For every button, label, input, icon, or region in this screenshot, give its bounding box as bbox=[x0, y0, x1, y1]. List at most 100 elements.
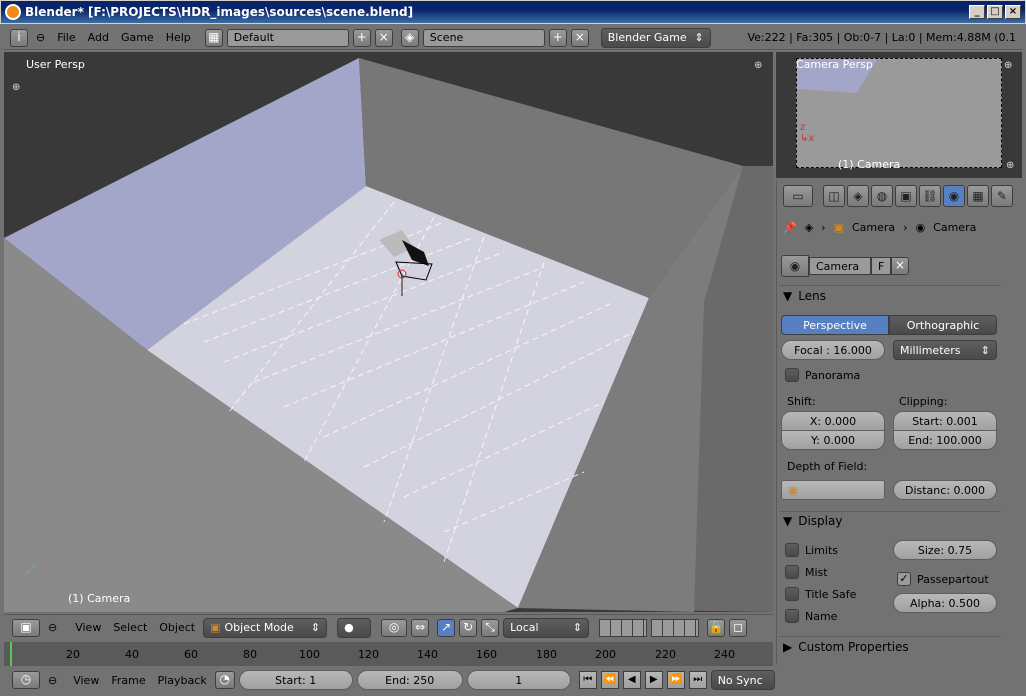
frame-start-field[interactable]: Start: 1 bbox=[238, 670, 353, 690]
unlink-datablock-icon[interactable]: × bbox=[891, 257, 909, 275]
minimize-button[interactable]: _ bbox=[969, 5, 985, 19]
title-safe-row[interactable]: Title Safe bbox=[785, 587, 856, 601]
scale-manipulator-icon[interactable]: ⤡ bbox=[481, 618, 500, 637]
remove-scene-icon[interactable]: × bbox=[570, 28, 589, 47]
3d-view-editor-icon[interactable]: ▣ bbox=[12, 618, 40, 637]
lens-panel-header[interactable]: ▼ Lens bbox=[783, 289, 826, 303]
preview-range-icon[interactable]: ◔ bbox=[214, 671, 235, 689]
menu-frame[interactable]: Frame bbox=[107, 674, 149, 687]
mode-select[interactable]: ▣ Object Mode ⇕ bbox=[203, 617, 328, 638]
current-frame-marker[interactable] bbox=[10, 642, 12, 666]
info-editor-type-icon[interactable]: i bbox=[10, 28, 28, 47]
current-frame-field[interactable]: 1 bbox=[466, 670, 571, 690]
menu-file[interactable]: File bbox=[53, 31, 79, 44]
dof-distance-field[interactable]: Distanc: 0.000 bbox=[893, 480, 997, 500]
texture-tab-icon[interactable]: ▦ bbox=[967, 185, 989, 207]
panorama-row[interactable]: Panorama bbox=[785, 368, 860, 382]
physics-tab-icon[interactable]: ✎ bbox=[991, 185, 1013, 207]
frame-end-field[interactable]: End: 250 bbox=[356, 670, 463, 690]
add-layout-icon[interactable]: + bbox=[352, 28, 371, 47]
scene-icon[interactable]: ◈ bbox=[400, 28, 419, 47]
passepartout-row[interactable]: ✓ Passepartout bbox=[897, 572, 989, 586]
rotate-manipulator-icon[interactable]: ↻ bbox=[459, 618, 478, 637]
menu-game[interactable]: Game bbox=[117, 31, 158, 44]
focal-length-field[interactable]: Focal : 16.000 bbox=[781, 340, 885, 360]
scene-layers-grid[interactable] bbox=[599, 618, 648, 637]
pin-icon[interactable]: 📌 bbox=[783, 221, 797, 234]
screen-layout-field[interactable]: Default bbox=[226, 28, 349, 47]
camera-data-tab-icon[interactable]: ◉ bbox=[943, 185, 965, 207]
scene-tab-icon[interactable]: ◈ bbox=[847, 185, 869, 207]
menu-help[interactable]: Help bbox=[162, 31, 195, 44]
viewport-shading-select[interactable]: ● bbox=[337, 617, 372, 638]
camera-corner-plus-icon[interactable]: ⊕ bbox=[1004, 60, 1012, 71]
translate-manipulator-icon[interactable]: ↗ bbox=[437, 618, 456, 637]
limits-checkbox[interactable] bbox=[785, 543, 799, 557]
datablock-name-field[interactable]: Camera bbox=[809, 257, 871, 275]
sync-mode-select[interactable]: No Sync bbox=[710, 670, 775, 690]
constraints-tab-icon[interactable]: ⛓ bbox=[919, 185, 941, 207]
name-checkbox[interactable] bbox=[785, 609, 799, 623]
clip-end-field[interactable]: End: 100.000 bbox=[893, 430, 997, 450]
camera-corner-plus-icon[interactable]: ⊕ bbox=[1006, 160, 1014, 171]
dof-object-field[interactable]: ▣ bbox=[781, 480, 885, 500]
clip-start-field[interactable]: Start: 0.001 bbox=[893, 411, 997, 431]
camera-datablock-icon[interactable]: ◉ bbox=[781, 255, 809, 277]
shift-x-field[interactable]: X: 0.000 bbox=[781, 411, 885, 431]
jump-keyframe-forward-icon[interactable]: ⏩ bbox=[666, 671, 685, 689]
render-preview-icon[interactable]: ◻ bbox=[729, 618, 748, 637]
transform-orientation-select[interactable]: Local ⇕ bbox=[503, 617, 590, 638]
jump-start-icon[interactable]: ⏮ bbox=[578, 671, 597, 689]
world-tab-icon[interactable]: ◍ bbox=[871, 185, 893, 207]
3d-viewport[interactable]: User Persp ⊕ ⊕ (1) Camera ⤢ bbox=[4, 52, 773, 612]
editor-type-icon[interactable]: ▭ bbox=[783, 185, 813, 207]
close-button[interactable]: × bbox=[1005, 5, 1021, 19]
passepartout-checkbox[interactable]: ✓ bbox=[897, 572, 911, 586]
remove-layout-icon[interactable]: × bbox=[374, 28, 393, 47]
play-reverse-icon[interactable]: ◀ bbox=[622, 671, 641, 689]
menu-playback[interactable]: Playback bbox=[154, 674, 211, 687]
viewport-corner-plus-icon[interactable]: ⊕ bbox=[754, 60, 762, 71]
perspective-button[interactable]: Perspective bbox=[781, 315, 889, 335]
mist-checkbox[interactable] bbox=[785, 565, 799, 579]
lock-layers-icon[interactable]: 🔒 bbox=[707, 618, 726, 637]
menu-view[interactable]: View bbox=[71, 621, 105, 634]
scene-field[interactable]: Scene bbox=[422, 28, 545, 47]
title-safe-checkbox[interactable] bbox=[785, 587, 799, 601]
menu-timeline-view[interactable]: View bbox=[69, 674, 103, 687]
add-scene-icon[interactable]: + bbox=[548, 28, 567, 47]
lens-unit-select[interactable]: Millimeters ⇕ bbox=[893, 340, 997, 360]
shift-y-field[interactable]: Y: 0.000 bbox=[781, 430, 885, 450]
menu-select[interactable]: Select bbox=[109, 621, 151, 634]
collapse-menu-icon[interactable]: ⊖ bbox=[32, 31, 49, 44]
maximize-button[interactable]: □ bbox=[987, 5, 1003, 19]
manipulator-toggle-icon[interactable]: ⇔ bbox=[411, 618, 430, 637]
pivot-point-icon[interactable]: ◎ bbox=[381, 618, 408, 637]
timeline-editor-icon[interactable]: ◷ bbox=[12, 671, 40, 689]
camera-preview-viewport[interactable]: Camera Persp (1) Camera ⊕ ⊕ z ↳x bbox=[776, 52, 1022, 178]
fake-user-button[interactable]: F bbox=[871, 257, 891, 275]
menu-object[interactable]: Object bbox=[155, 621, 199, 634]
timeline-ruler[interactable]: 20 40 60 80 100 120 140 160 180 200 220 … bbox=[4, 642, 773, 666]
play-icon[interactable]: ▶ bbox=[644, 671, 663, 689]
panorama-checkbox[interactable] bbox=[785, 368, 799, 382]
display-size-field[interactable]: Size: 0.75 bbox=[893, 540, 997, 560]
screen-layout-icon[interactable]: ▦ bbox=[204, 28, 223, 47]
name-row[interactable]: Name bbox=[785, 609, 837, 623]
mist-row[interactable]: Mist bbox=[785, 565, 828, 579]
viewport-corner-plus-icon[interactable]: ⊕ bbox=[12, 82, 20, 93]
collapse-menu-icon[interactable]: ⊖ bbox=[44, 621, 61, 634]
orthographic-button[interactable]: Orthographic bbox=[889, 315, 997, 335]
object-tab-icon[interactable]: ▣ bbox=[895, 185, 917, 207]
display-panel-header[interactable]: ▼ Display bbox=[783, 514, 842, 528]
custom-properties-header[interactable]: ▶ Custom Properties bbox=[783, 640, 909, 654]
render-engine-select[interactable]: Blender Game ⇕ bbox=[600, 27, 711, 48]
passepartout-alpha-field[interactable]: Alpha: 0.500 bbox=[893, 593, 997, 613]
jump-end-icon[interactable]: ⏭ bbox=[688, 671, 707, 689]
menu-add[interactable]: Add bbox=[84, 31, 113, 44]
jump-keyframe-back-icon[interactable]: ⏪ bbox=[600, 671, 619, 689]
render-tab-icon[interactable]: ◫ bbox=[823, 185, 845, 207]
limits-row[interactable]: Limits bbox=[785, 543, 838, 557]
collapse-menu-icon[interactable]: ⊖ bbox=[44, 674, 61, 687]
scene-layers-grid[interactable] bbox=[651, 618, 700, 637]
